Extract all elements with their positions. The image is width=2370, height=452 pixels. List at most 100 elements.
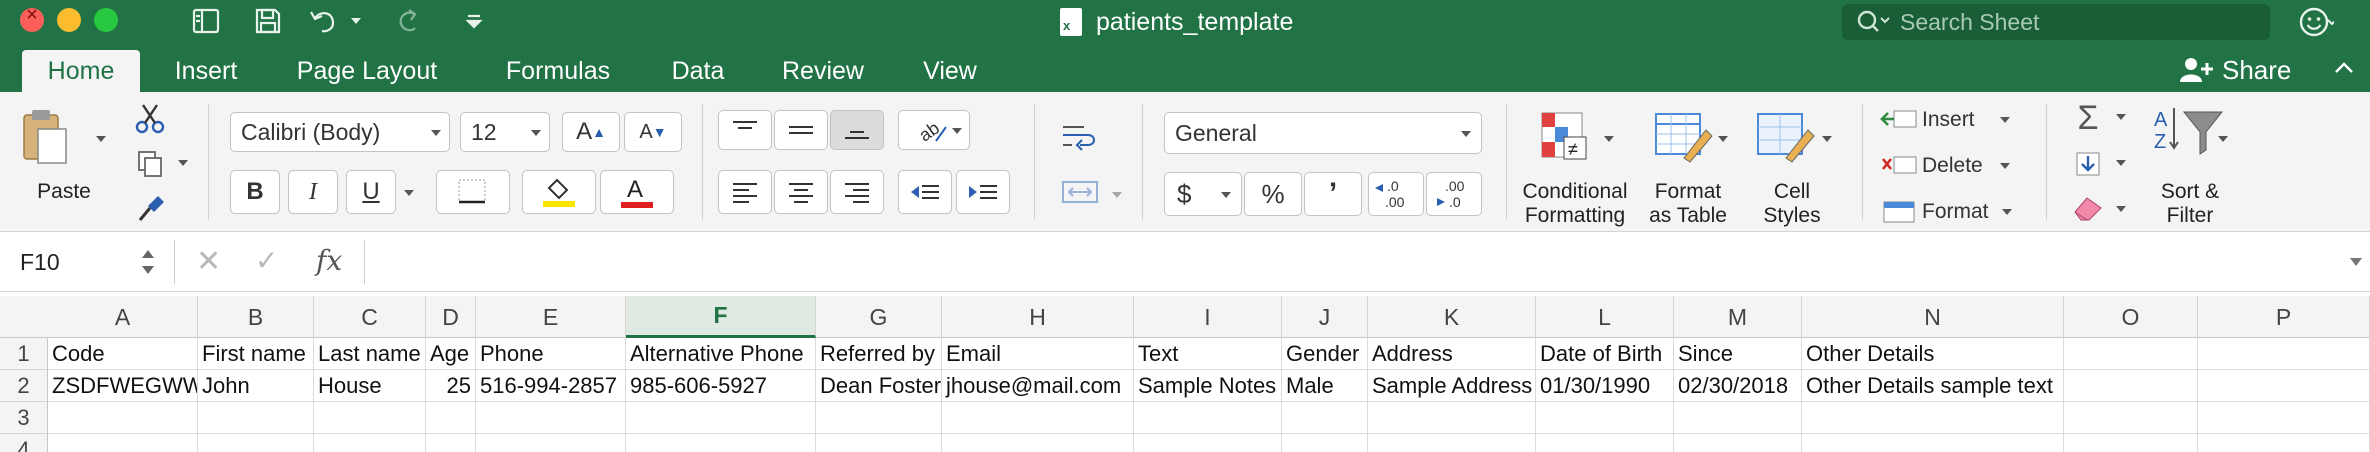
cell-d2[interactable]: 25 bbox=[426, 370, 476, 402]
column-header-b[interactable]: B bbox=[198, 296, 314, 338]
cell-a4[interactable] bbox=[48, 434, 198, 452]
align-left-button[interactable] bbox=[718, 170, 772, 214]
increase-indent-button[interactable] bbox=[956, 170, 1010, 214]
cut-icon[interactable] bbox=[130, 102, 170, 136]
cell-e1[interactable]: Phone bbox=[476, 338, 626, 370]
column-header-f[interactable]: F bbox=[626, 296, 816, 338]
column-header-n[interactable]: N bbox=[1802, 296, 2064, 338]
italic-button[interactable]: I bbox=[288, 170, 338, 214]
delete-cells-button[interactable]: Delete bbox=[1880, 148, 2030, 184]
fill-color-button[interactable] bbox=[522, 170, 596, 214]
cell-g1[interactable]: Referred by bbox=[816, 338, 942, 370]
name-box-stepper-icon[interactable] bbox=[140, 246, 156, 278]
tab-insert[interactable]: Insert bbox=[158, 50, 254, 92]
increase-font-size-button[interactable]: A ▲ bbox=[562, 112, 620, 152]
decrease-font-size-button[interactable]: A ▼ bbox=[624, 112, 682, 152]
insert-function-icon[interactable]: fx bbox=[316, 244, 342, 277]
font-color-button[interactable]: A bbox=[600, 170, 674, 214]
row-header-2[interactable]: 2 bbox=[0, 370, 48, 402]
format-painter-icon[interactable] bbox=[130, 190, 170, 224]
tab-home[interactable]: Home bbox=[22, 50, 140, 92]
accounting-format-button[interactable]: $ bbox=[1164, 172, 1242, 216]
cell-h1[interactable]: Email bbox=[942, 338, 1134, 370]
cell-l1[interactable]: Date of Birth bbox=[1536, 338, 1674, 370]
undo-icon[interactable] bbox=[306, 4, 342, 38]
cell-f2[interactable]: 985-606-5927 bbox=[626, 370, 816, 402]
share-button[interactable]: Share bbox=[2178, 52, 2291, 88]
cell-l4[interactable] bbox=[1536, 434, 1674, 452]
row-header-1[interactable]: 1 bbox=[0, 338, 48, 370]
column-header-a[interactable]: A bbox=[48, 296, 198, 338]
cell-k1[interactable]: Address bbox=[1368, 338, 1536, 370]
align-middle-button[interactable] bbox=[774, 110, 828, 150]
cell-e3[interactable] bbox=[476, 402, 626, 434]
align-bottom-button[interactable] bbox=[830, 110, 884, 150]
column-header-h[interactable]: H bbox=[942, 296, 1134, 338]
row-header-3[interactable]: 3 bbox=[0, 402, 48, 434]
column-header-d[interactable]: D bbox=[426, 296, 476, 338]
insert-cells-button[interactable]: Insert bbox=[1880, 102, 2030, 138]
autosum-dropdown-icon[interactable] bbox=[2116, 114, 2126, 120]
tab-formulas[interactable]: Formulas bbox=[488, 50, 628, 92]
cell-a2[interactable]: ZSDFWEGWW bbox=[48, 370, 198, 402]
conditional-formatting-icon[interactable]: ≠ bbox=[1532, 108, 1604, 164]
cell-p4[interactable] bbox=[2198, 434, 2370, 452]
autosum-icon[interactable]: Σ bbox=[2066, 99, 2110, 137]
collapse-ribbon-icon[interactable] bbox=[2332, 56, 2356, 80]
row-header-4[interactable]: 4 bbox=[0, 434, 48, 452]
fill-down-dropdown-icon[interactable] bbox=[2116, 160, 2126, 166]
cell-k4[interactable] bbox=[1368, 434, 1536, 452]
search-sheet-box[interactable] bbox=[1842, 4, 2270, 40]
sort-filter-icon[interactable]: AZ bbox=[2148, 104, 2232, 160]
cell-f1[interactable]: Alternative Phone bbox=[626, 338, 816, 370]
column-header-c[interactable]: C bbox=[314, 296, 426, 338]
bold-button[interactable]: B bbox=[230, 170, 280, 214]
cell-n3[interactable] bbox=[1802, 402, 2064, 434]
underline-dropdown-icon[interactable] bbox=[404, 190, 414, 196]
sidebar-toggle-icon[interactable] bbox=[188, 4, 224, 38]
expand-formula-bar-icon[interactable] bbox=[2348, 256, 2364, 268]
font-name-select[interactable]: Calibri (Body) bbox=[230, 112, 450, 152]
cell-e4[interactable] bbox=[476, 434, 626, 452]
cell-o2[interactable] bbox=[2064, 370, 2198, 402]
underline-button[interactable]: U bbox=[346, 170, 396, 214]
cell-i4[interactable] bbox=[1134, 434, 1282, 452]
format-as-table-icon[interactable] bbox=[1648, 108, 1720, 164]
redo-icon[interactable] bbox=[390, 4, 426, 38]
save-icon[interactable] bbox=[250, 4, 286, 38]
decrease-decimal-button[interactable]: .00.0 bbox=[1426, 172, 1482, 216]
cell-l3[interactable] bbox=[1536, 402, 1674, 434]
cell-b1[interactable]: First name bbox=[198, 338, 314, 370]
cell-h2[interactable]: jhouse@mail.com bbox=[942, 370, 1134, 402]
number-format-select[interactable]: General bbox=[1164, 112, 1482, 154]
decrease-indent-button[interactable] bbox=[898, 170, 952, 214]
align-top-button[interactable] bbox=[718, 110, 772, 150]
column-header-l[interactable]: L bbox=[1536, 296, 1674, 338]
cell-m2[interactable]: 02/30/2018 bbox=[1674, 370, 1802, 402]
cell-styles-dropdown-icon[interactable] bbox=[1822, 136, 1832, 142]
cell-c3[interactable] bbox=[314, 402, 426, 434]
cell-p2[interactable] bbox=[2198, 370, 2370, 402]
cell-g3[interactable] bbox=[816, 402, 942, 434]
formula-input[interactable] bbox=[376, 240, 2326, 284]
copy-icon[interactable] bbox=[130, 146, 170, 180]
tab-data[interactable]: Data bbox=[660, 50, 736, 92]
column-header-i[interactable]: I bbox=[1134, 296, 1282, 338]
cell-m1[interactable]: Since bbox=[1674, 338, 1802, 370]
borders-button[interactable] bbox=[436, 170, 510, 214]
cell-g4[interactable] bbox=[816, 434, 942, 452]
cell-c4[interactable] bbox=[314, 434, 426, 452]
column-header-j[interactable]: J bbox=[1282, 296, 1368, 338]
cell-n1[interactable]: Other Details bbox=[1802, 338, 2064, 370]
column-header-e[interactable]: E bbox=[476, 296, 626, 338]
eraser-icon[interactable] bbox=[2066, 190, 2110, 226]
merge-center-icon[interactable] bbox=[1056, 172, 1104, 212]
cell-f4[interactable] bbox=[626, 434, 816, 452]
customize-toolbar-icon[interactable] bbox=[456, 4, 492, 38]
cell-j3[interactable] bbox=[1282, 402, 1368, 434]
column-header-o[interactable]: O bbox=[2064, 296, 2198, 338]
cell-b2[interactable]: John bbox=[198, 370, 314, 402]
cell-j1[interactable]: Gender bbox=[1282, 338, 1368, 370]
cancel-entry-icon[interactable]: ✕ bbox=[196, 244, 221, 279]
fill-down-icon[interactable] bbox=[2066, 146, 2110, 182]
